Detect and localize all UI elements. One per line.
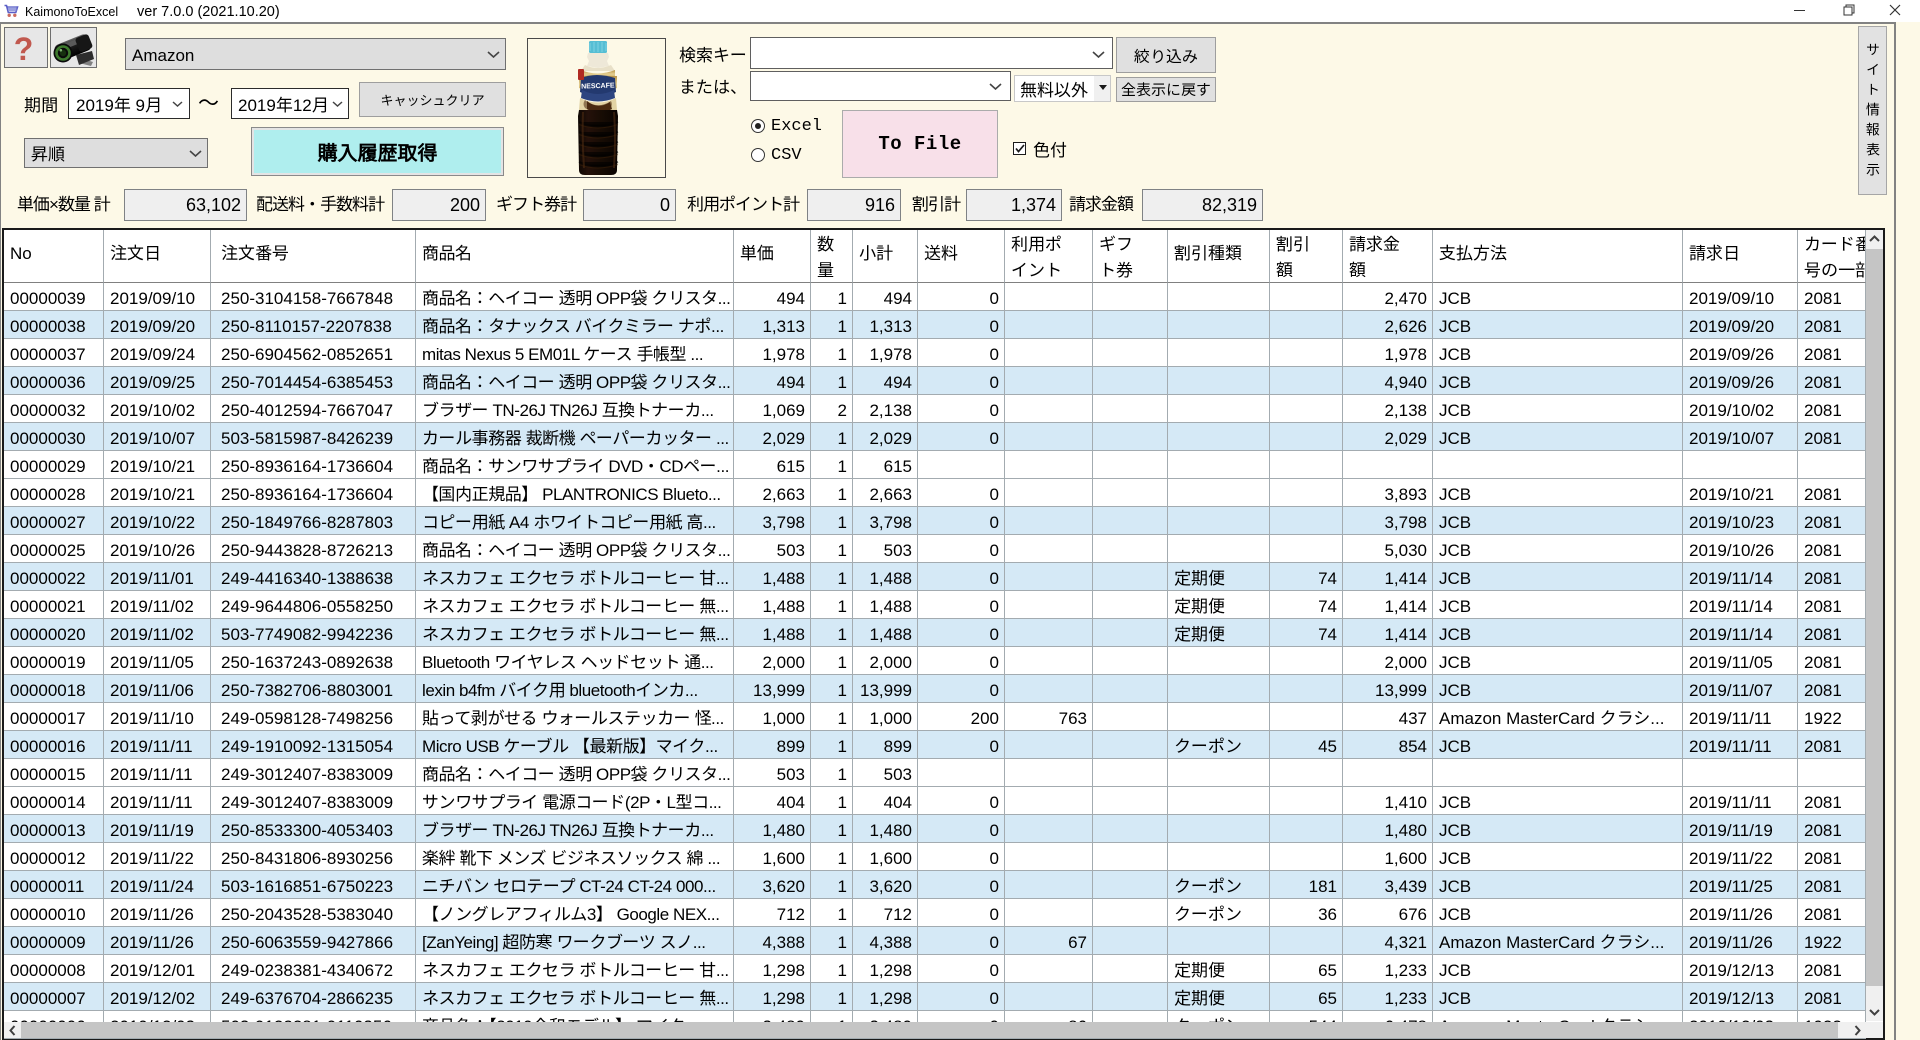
svg-text:NESCAFE: NESCAFE bbox=[581, 82, 615, 90]
